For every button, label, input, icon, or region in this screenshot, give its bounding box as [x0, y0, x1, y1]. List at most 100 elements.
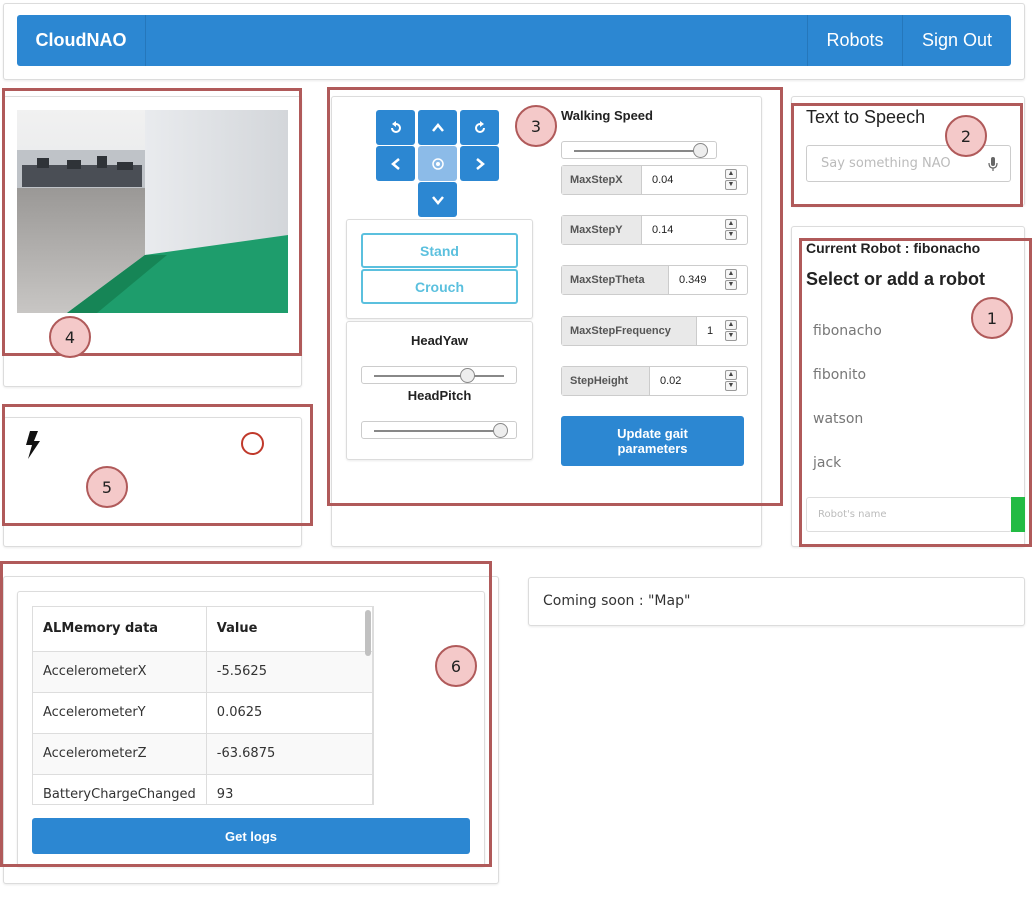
update-gait-label-line1: Update gait: [617, 426, 688, 441]
tts-placeholder: Say something NAO: [821, 156, 951, 171]
param-value: 0.349: [679, 274, 707, 286]
max-step-x-input[interactable]: 0.04 ▲ ▼: [642, 166, 747, 194]
table-scrollbar[interactable]: [365, 610, 371, 656]
table-header: Value: [206, 607, 373, 652]
head-pitch-slider[interactable]: [361, 421, 517, 439]
max-step-y-input[interactable]: 0.14 ▲ ▼: [642, 216, 747, 244]
table-cell: 0.0625: [206, 692, 373, 734]
add-robot-button[interactable]: [1011, 497, 1025, 532]
spinner-icon[interactable]: ▲ ▼: [725, 320, 737, 342]
rotate-right-button[interactable]: [460, 110, 499, 145]
param-label: MaxStepY: [562, 216, 642, 244]
stand-button[interactable]: Stand: [361, 233, 518, 268]
table-header-row: ALMemory data Value: [33, 607, 373, 652]
param-label: MaxStepTheta: [562, 266, 669, 294]
param-max-step-x: MaxStepX 0.04 ▲ ▼: [561, 165, 748, 195]
table-cell: BatteryChargeChanged: [33, 774, 207, 804]
get-logs-button[interactable]: Get logs: [32, 818, 470, 854]
robot-item-watson[interactable]: watson: [813, 411, 863, 427]
current-robot-label: Current Robot : fibonacho: [806, 240, 981, 256]
map-coming-soon-text: Coming soon : "Map": [543, 593, 691, 609]
robot-select-heading: Select or add a robot: [806, 269, 986, 289]
step-height-input[interactable]: 0.02 ▲ ▼: [650, 367, 747, 395]
spinner-icon[interactable]: ▲ ▼: [725, 219, 737, 241]
update-gait-label-line2: parameters: [617, 441, 688, 456]
table-row: BatteryChargeChanged 93: [33, 774, 373, 804]
table-header: ALMemory data: [33, 607, 207, 652]
spinner-icon[interactable]: ▲ ▼: [725, 269, 737, 291]
robot-name-placeholder: Robot's name: [818, 509, 887, 520]
move-forward-button[interactable]: [418, 110, 457, 145]
param-max-step-frequency: MaxStepFrequency 1 ▲ ▼: [561, 316, 748, 346]
camera-scene-graphic: [17, 110, 288, 313]
brand-logo[interactable]: CloudNAO: [17, 15, 146, 66]
target-icon: [431, 157, 444, 170]
rotate-left-icon: [390, 120, 401, 133]
rotate-left-button[interactable]: [376, 110, 415, 145]
table-cell: AccelerometerY: [33, 692, 207, 734]
walking-speed-track: [574, 150, 704, 152]
max-step-theta-input[interactable]: 0.349 ▲ ▼: [669, 266, 747, 294]
head-pitch-track: [374, 430, 504, 432]
move-right-button[interactable]: [460, 146, 499, 181]
param-label: StepHeight: [562, 367, 650, 395]
spinner-icon[interactable]: ▲ ▼: [725, 169, 737, 191]
robot-item-fibonacho[interactable]: fibonacho: [813, 323, 882, 339]
table-row: AccelerometerY 0.0625: [33, 692, 373, 734]
param-max-step-y: MaxStepY 0.14 ▲ ▼: [561, 215, 748, 245]
rotate-right-icon: [474, 120, 485, 133]
connection-status-indicator: [241, 432, 264, 455]
memory-table-container[interactable]: ALMemory data Value AccelerometerX -5.56…: [32, 606, 374, 805]
table-row: AccelerometerZ -63.6875: [33, 733, 373, 775]
head-yaw-label: HeadYaw: [410, 333, 469, 348]
table-cell: 93: [206, 774, 373, 804]
chevron-up-icon: [431, 122, 444, 132]
robot-item-fibonito[interactable]: fibonito: [813, 367, 866, 383]
walking-speed-thumb[interactable]: [693, 143, 708, 158]
stop-button[interactable]: [418, 146, 457, 181]
robot-name-input[interactable]: Robot's name: [806, 497, 1012, 532]
annotation-marker-5: 5: [86, 466, 128, 508]
head-yaw-thumb[interactable]: [459, 368, 475, 383]
memory-table: ALMemory data Value AccelerometerX -5.56…: [33, 607, 373, 804]
walking-speed-title: Walking Speed: [561, 108, 653, 123]
chevron-right-icon: [475, 157, 485, 170]
nav-link-sign-out[interactable]: Sign Out: [902, 15, 1011, 66]
move-left-button[interactable]: [376, 146, 415, 181]
param-value: 1: [707, 325, 714, 337]
nav-link-robots[interactable]: Robots: [807, 15, 902, 66]
robot-item-jack[interactable]: jack: [813, 455, 841, 471]
table-cell: -5.5625: [206, 651, 373, 693]
spinner-icon[interactable]: ▲ ▼: [725, 370, 737, 392]
update-gait-button[interactable]: Update gait parameters: [561, 416, 744, 466]
annotation-marker-4: 4: [49, 316, 91, 358]
param-max-step-theta: MaxStepTheta 0.349 ▲ ▼: [561, 265, 748, 295]
head-yaw-slider[interactable]: [361, 366, 517, 384]
microphone-icon[interactable]: [988, 157, 998, 172]
tts-title: Text to Speech: [806, 107, 926, 127]
table-row: AccelerometerX -5.5625: [33, 651, 373, 693]
head-pitch-thumb[interactable]: [493, 423, 508, 438]
annotation-marker-3: 3: [515, 105, 557, 147]
head-pitch-label: HeadPitch: [407, 388, 472, 403]
navbar: CloudNAO Robots Sign Out: [17, 15, 1011, 66]
table-cell: AccelerometerZ: [33, 733, 207, 775]
annotation-marker-6: 6: [435, 645, 477, 687]
table-cell: AccelerometerX: [33, 651, 207, 693]
param-value: 0.14: [652, 224, 674, 236]
param-label: MaxStepX: [562, 166, 642, 194]
crouch-button[interactable]: Crouch: [361, 269, 518, 304]
param-value: 0.02: [660, 375, 682, 387]
param-value: 0.04: [652, 174, 674, 186]
table-cell: -63.6875: [206, 733, 373, 775]
walking-speed-slider[interactable]: [561, 141, 717, 159]
move-backward-button[interactable]: [418, 182, 457, 217]
annotation-marker-2: 2: [945, 115, 987, 157]
max-step-frequency-input[interactable]: 1 ▲ ▼: [697, 317, 747, 345]
battery-icon: [24, 431, 42, 459]
camera-feed-image: [17, 110, 288, 313]
param-step-height: StepHeight 0.02 ▲ ▼: [561, 366, 748, 396]
annotation-marker-1: 1: [971, 297, 1013, 339]
param-label: MaxStepFrequency: [562, 317, 697, 345]
chevron-left-icon: [390, 157, 400, 170]
